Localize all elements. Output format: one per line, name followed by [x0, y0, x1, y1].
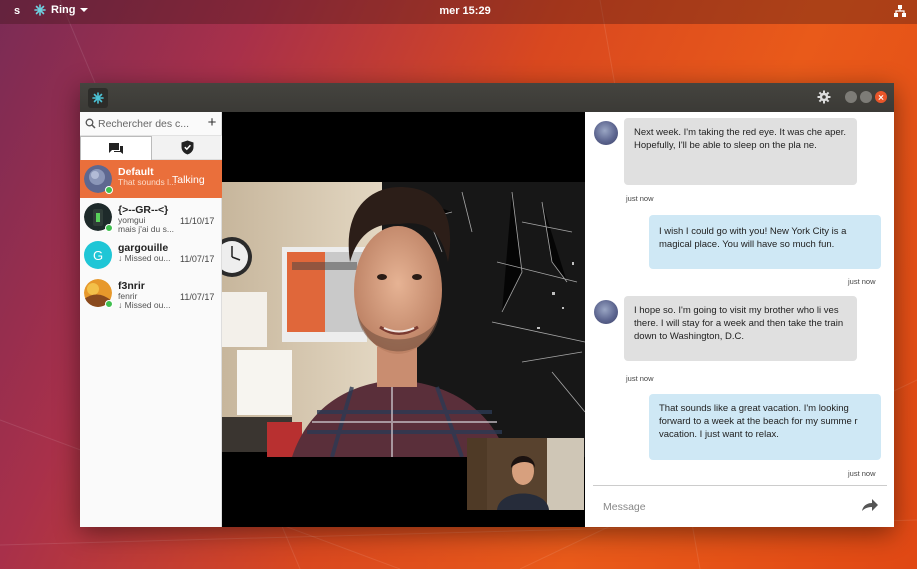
- message-input[interactable]: [603, 498, 833, 516]
- add-contact-button[interactable]: +: [204, 114, 220, 132]
- conversation-item-f3nrir[interactable]: f3nrir fenrir ↓ Missed ou... 11/07/17: [80, 274, 222, 312]
- last-message-preview: That sounds l...: [118, 177, 177, 187]
- search-input[interactable]: [98, 115, 198, 133]
- avatar-letter: G: [92, 247, 104, 263]
- last-message-preview: mais j'ai du s...: [118, 224, 174, 234]
- window-controls: [845, 91, 887, 103]
- message-timestamp: just now: [626, 194, 654, 203]
- conversation-item-gargouille[interactable]: G gargouille ↓ Missed ou... 11/07/17: [80, 236, 222, 274]
- peer-avatar: [594, 300, 618, 324]
- peer-avatar: [594, 121, 618, 145]
- avatar: G: [84, 241, 112, 269]
- app-menu-label: Ring: [51, 4, 76, 16]
- outgoing-message: I wish I could go with you! New York Cit…: [649, 215, 881, 269]
- message-timestamp: just now: [848, 469, 876, 478]
- ring-logo-icon: [88, 88, 108, 108]
- shield-check-icon: [181, 140, 193, 155]
- search-bar: +: [80, 112, 222, 136]
- incoming-message: I hope so. I'm going to visit my brother…: [624, 296, 857, 361]
- chevron-down-icon: [80, 8, 89, 12]
- ring-logo-icon: [34, 4, 46, 16]
- last-activity-date: 11/10/17: [180, 216, 215, 226]
- close-button[interactable]: [875, 91, 887, 103]
- conversation-item-default[interactable]: Default That sounds l... Talking: [80, 160, 222, 198]
- ring-window: +: [80, 83, 894, 527]
- activities-button[interactable]: s: [14, 5, 20, 17]
- network-icon[interactable]: [893, 4, 907, 18]
- conversation-item-gr[interactable]: {>--GR--<} yomgui mais j'ai du s... 11/1…: [80, 198, 222, 236]
- conversations-icon: [109, 143, 123, 154]
- chat-panel: Next week. I'm taking the red eye. It wa…: [585, 112, 894, 527]
- search-icon: [85, 118, 96, 129]
- clock[interactable]: mer 15:29: [430, 5, 500, 17]
- settings-gear-icon[interactable]: [816, 89, 832, 105]
- incoming-message: Next week. I'm taking the red eye. It wa…: [624, 118, 857, 185]
- video-call-view[interactable]: [222, 112, 585, 527]
- minimize-button[interactable]: [845, 91, 857, 103]
- call-status: Talking: [172, 174, 205, 186]
- message-timestamp: just now: [626, 374, 654, 383]
- app-menu[interactable]: Ring: [34, 4, 89, 16]
- self-video-preview[interactable]: [467, 438, 584, 510]
- top-panel: s Ring mer 15:29: [0, 0, 917, 24]
- sidebar: +: [80, 112, 222, 527]
- conversation-list: Default That sounds l... Talking {>--GR-…: [80, 160, 222, 312]
- message-composer: [593, 485, 887, 527]
- online-presence-indicator: [105, 300, 113, 308]
- last-message-preview: ↓ Missed ou...: [118, 253, 171, 263]
- online-presence-indicator: [105, 186, 113, 194]
- last-activity-date: 11/07/17: [180, 254, 215, 264]
- message-timestamp: just now: [848, 277, 876, 286]
- window-titlebar[interactable]: [80, 83, 894, 112]
- online-presence-indicator: [105, 224, 113, 232]
- last-activity-date: 11/07/17: [180, 292, 215, 302]
- last-message-preview: ↓ Missed ou...: [118, 300, 171, 310]
- send-icon[interactable]: [859, 497, 879, 515]
- sidebar-tabs: [80, 136, 222, 160]
- outgoing-message: That sounds like a great vacation. I'm l…: [649, 394, 881, 460]
- maximize-button[interactable]: [860, 91, 872, 103]
- tab-contact-requests[interactable]: [152, 136, 222, 160]
- tab-conversations[interactable]: [80, 136, 152, 160]
